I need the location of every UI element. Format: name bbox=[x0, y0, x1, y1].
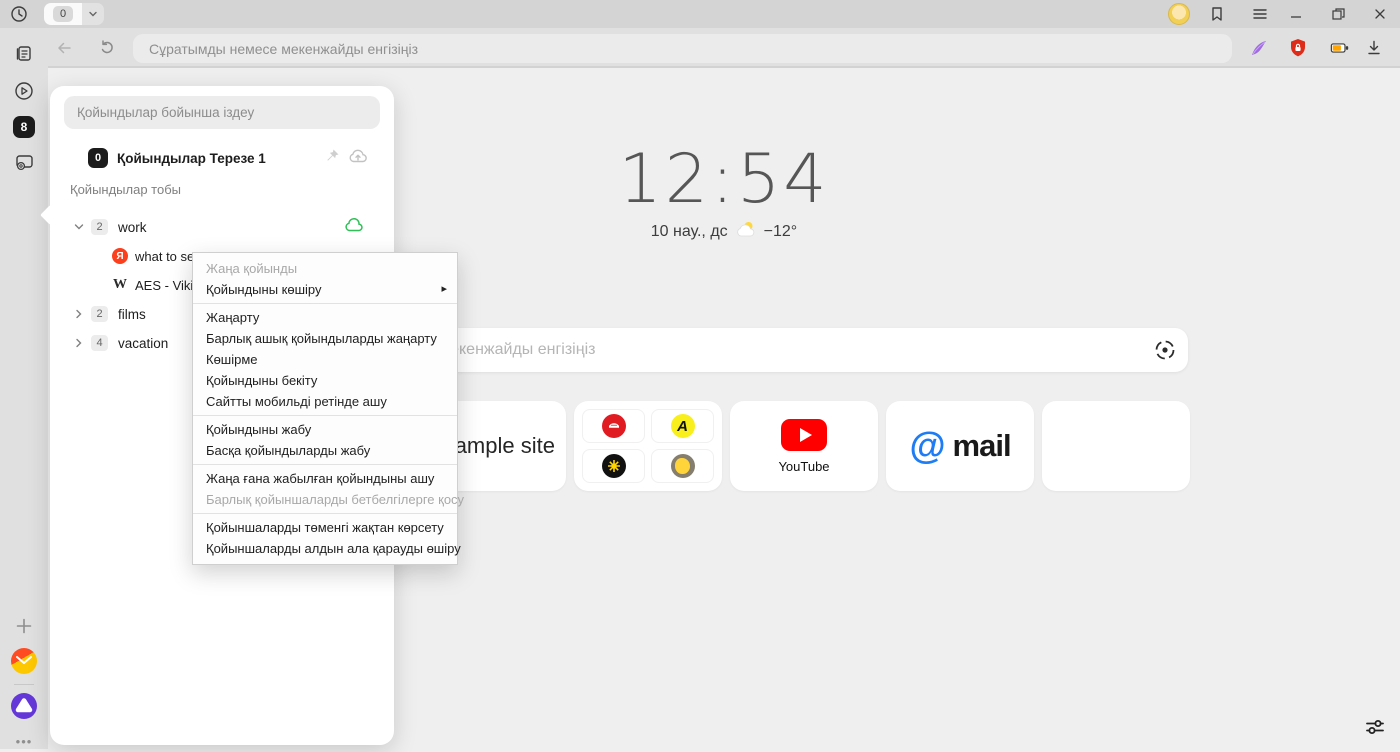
afisha-a-icon: A bbox=[671, 414, 695, 438]
menu-separator bbox=[193, 513, 457, 514]
background-settings-sliders-icon[interactable] bbox=[1362, 714, 1388, 740]
groups-section-header: Қойындылар тобы bbox=[70, 182, 181, 197]
menu-item-show-tabs-bottom[interactable]: Қойыншаларды төменгі жақтан көрсету bbox=[193, 517, 457, 538]
youtube-play-icon bbox=[781, 419, 827, 451]
tab-context-menu: Жаңа қойынды Қойындыны көшіру ▸ Жаңарту … bbox=[192, 252, 458, 565]
group-name: work bbox=[118, 220, 147, 235]
chevron-down-icon[interactable] bbox=[72, 220, 86, 234]
menu-separator bbox=[193, 303, 457, 304]
menu-item-reopen-closed[interactable]: Жаңа ғана жабылған қойындыны ашу bbox=[193, 468, 457, 489]
mini-tile-afisha[interactable]: A bbox=[651, 409, 714, 443]
menu-item-duplicate[interactable]: Көшірме bbox=[193, 349, 457, 370]
window-close-button[interactable] bbox=[1370, 4, 1390, 24]
active-tab[interactable]: 0 bbox=[44, 3, 82, 25]
protect-shield-icon[interactable] bbox=[1288, 38, 1308, 58]
wikipedia-favicon: W bbox=[112, 277, 128, 293]
group-count-badge: 2 bbox=[91, 306, 108, 322]
mail-at-icon: @ bbox=[909, 425, 945, 467]
sidebar-rail: 8 ••• bbox=[0, 28, 48, 749]
image-search-camera-icon[interactable] bbox=[1152, 337, 1178, 363]
browser-toolbar bbox=[0, 28, 1400, 68]
menu-item-pin-tab[interactable]: Қойындыны бекіту bbox=[193, 370, 457, 391]
menu-item-new-tab: Жаңа қойынды bbox=[193, 258, 457, 279]
chevron-right-icon[interactable] bbox=[72, 307, 86, 321]
menu-separator bbox=[193, 464, 457, 465]
address-bar-input[interactable] bbox=[133, 34, 1232, 63]
download-icon[interactable] bbox=[1364, 38, 1384, 58]
date-label: 10 нау., дс bbox=[651, 223, 728, 241]
tab-strip: 0 bbox=[0, 0, 1400, 28]
yandex-favicon: Я bbox=[112, 248, 128, 264]
mini-tile-burst[interactable] bbox=[582, 449, 645, 483]
burst-icon bbox=[602, 454, 626, 478]
mini-tile-coin[interactable] bbox=[651, 449, 714, 483]
group-name: films bbox=[118, 307, 146, 322]
youtube-label: YouTube bbox=[778, 459, 829, 474]
cloud-upload-icon[interactable] bbox=[348, 147, 368, 170]
tile-youtube[interactable]: YouTube bbox=[730, 401, 878, 491]
back-arrow-icon[interactable] bbox=[54, 38, 74, 58]
menu-item-reload-all[interactable]: Барлық ашық қойындыларды жаңарту bbox=[193, 328, 457, 349]
pen-edit-icon[interactable] bbox=[1249, 38, 1269, 58]
chevron-right-icon[interactable] bbox=[72, 336, 86, 350]
profile-avatar[interactable] bbox=[1168, 3, 1190, 25]
submenu-arrow-icon: ▸ bbox=[441, 279, 447, 300]
pin-icon[interactable] bbox=[324, 148, 340, 169]
menu-item-close-tab[interactable]: Қойындыны жабу bbox=[193, 419, 457, 440]
menu-item-reload[interactable]: Жаңарту bbox=[193, 307, 457, 328]
group-count-badge: 4 bbox=[91, 335, 108, 351]
window-restore-button[interactable] bbox=[1328, 4, 1348, 24]
screenshot-camera-icon[interactable] bbox=[13, 152, 35, 174]
window-row[interactable]: 0 Қойындылар Терезе 1 bbox=[64, 144, 380, 172]
group-count-badge: 2 bbox=[91, 219, 108, 235]
menu-item-open-mobile[interactable]: Сайтты мобильді ретінде ашу bbox=[193, 391, 457, 412]
battery-icon[interactable] bbox=[1330, 38, 1350, 58]
menu-item-close-others[interactable]: Басқа қойындыларды жабу bbox=[193, 440, 457, 461]
sidebar-divider bbox=[14, 684, 34, 685]
tab-group: 0 bbox=[44, 3, 104, 25]
group-row-work[interactable]: 2 work bbox=[64, 213, 380, 241]
drive-car-icon bbox=[602, 414, 626, 438]
reload-icon[interactable] bbox=[97, 38, 117, 58]
yandex-mail-icon[interactable] bbox=[11, 648, 37, 674]
tile-folder-group[interactable]: A bbox=[574, 401, 722, 491]
window-minimize-button[interactable] bbox=[1286, 4, 1306, 24]
play-media-icon[interactable] bbox=[13, 80, 35, 102]
history-clock-icon[interactable] bbox=[9, 4, 29, 24]
panel-search-input[interactable] bbox=[64, 96, 380, 129]
menu-hamburger-icon[interactable] bbox=[1250, 4, 1270, 24]
menu-item-bookmark-all: Барлық қойыншаларды бетбелгілерге қосу bbox=[193, 489, 457, 510]
alice-assistant-icon[interactable] bbox=[11, 693, 37, 719]
tab-count-badge: 0 bbox=[53, 6, 73, 22]
feed-notes-icon[interactable] bbox=[13, 43, 35, 65]
temperature-label: −12° bbox=[764, 223, 798, 241]
add-plus-icon[interactable] bbox=[13, 615, 35, 637]
tile-mail[interactable]: @ mail bbox=[886, 401, 1034, 491]
tabs-count-badge[interactable]: 8 bbox=[13, 116, 35, 138]
menu-separator bbox=[193, 415, 457, 416]
mini-tile-drive[interactable] bbox=[582, 409, 645, 443]
weather-sun-cloud-icon bbox=[735, 220, 757, 243]
mail-label: mail bbox=[953, 428, 1011, 464]
menu-item-move-tab[interactable]: Қойындыны көшіру ▸ bbox=[193, 279, 457, 300]
tab-list-chevron-button[interactable] bbox=[82, 3, 104, 25]
window-tab-count-badge: 0 bbox=[88, 148, 108, 168]
tile-empty[interactable] bbox=[1042, 401, 1190, 491]
menu-item-disable-previews[interactable]: Қойыншаларды алдын ала қарауды өшіру bbox=[193, 538, 457, 559]
window-title: Қойындылар Терезе 1 bbox=[117, 151, 266, 166]
sync-cloud-icon[interactable] bbox=[344, 217, 364, 238]
coin-icon bbox=[671, 454, 695, 478]
collections-bookmark-icon[interactable] bbox=[1207, 4, 1227, 24]
group-name: vacation bbox=[118, 336, 168, 351]
